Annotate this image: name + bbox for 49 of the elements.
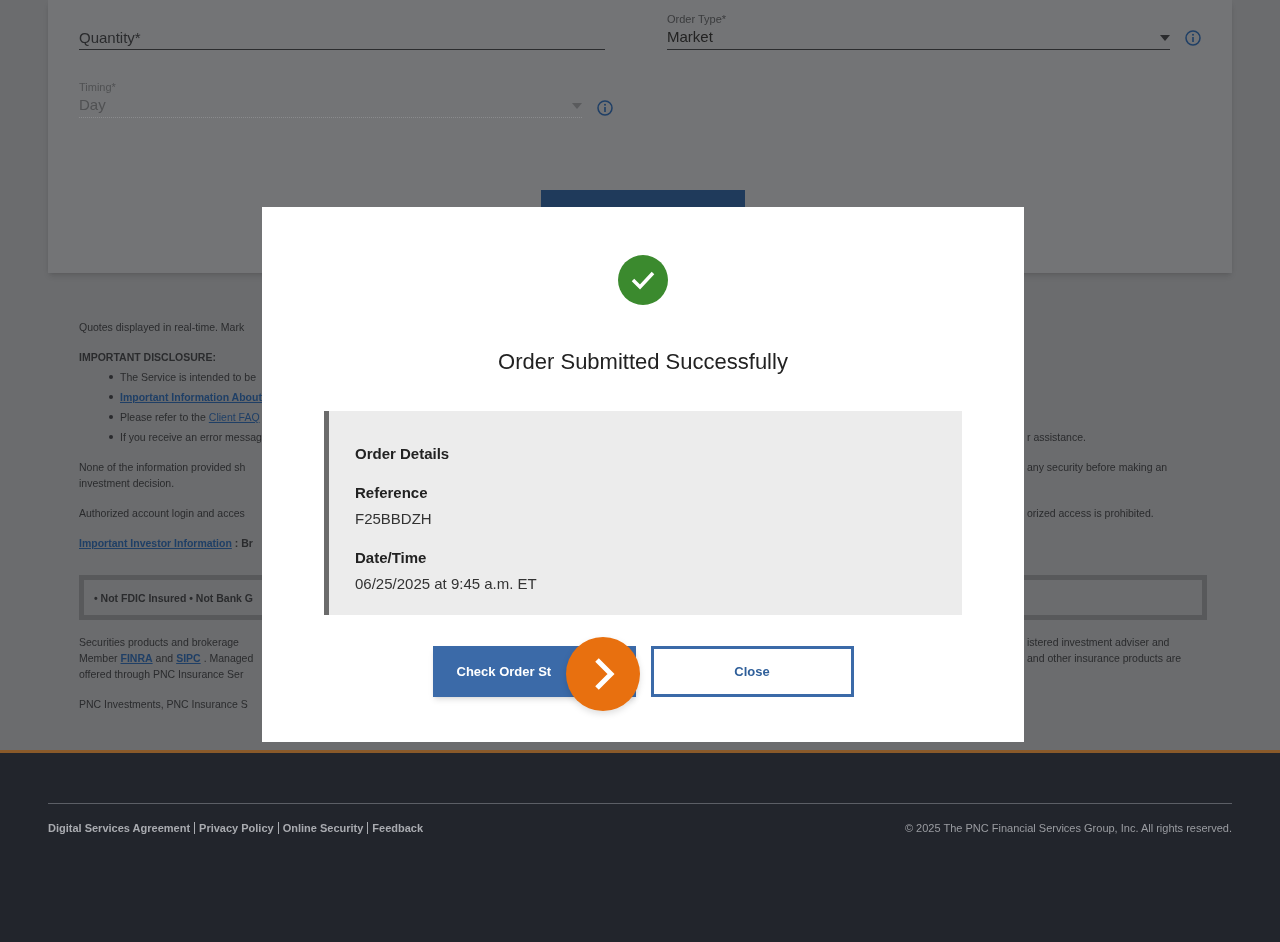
disclosure-text: istered investment adviser and (1027, 635, 1171, 650)
footer-link[interactable]: Digital Services Agreement (48, 820, 191, 837)
disclosure-text: and other insurance products are (1027, 651, 1183, 666)
detail-label: Reference (355, 482, 429, 503)
disclosure-text: investment decision. (79, 476, 175, 491)
disclosure-text: r assistance. (1027, 430, 1087, 445)
detail-value: F25BBDZH (355, 509, 433, 529)
disclosure-text: orized access is prohibited. (1027, 506, 1155, 521)
detail-label: Date/Time (355, 547, 428, 568)
disclosure-text: and (155, 651, 174, 666)
disclosure-text: Authorized account login and acces (79, 506, 245, 521)
copyright-text: © 2025 The PNC Financial Services Group, Inc. All rights reserved. (904, 821, 1232, 836)
disclosure-text: Please refer to the (120, 410, 206, 425)
footer-link[interactable]: Online Security (282, 820, 364, 837)
chevron-hint-tooltip[interactable] (565, 636, 641, 712)
success-check-icon (618, 255, 668, 305)
dialog-title: Order Submitted Successfully (498, 348, 788, 376)
disclosure-text: None of the information provided sh (79, 460, 246, 475)
disclosure-text: Member (79, 651, 118, 666)
order-type-select[interactable]: Order Type* Market (667, 12, 1170, 50)
disclosure-text: : Br (234, 536, 253, 551)
footer-link[interactable]: Privacy Policy (199, 820, 274, 837)
disclosure-text: If you receive an error messag (120, 430, 262, 445)
disclosure-link[interactable]: Important Information About (120, 389, 262, 405)
footer-link[interactable]: Feedback (372, 820, 424, 837)
quantity-field[interactable]: Quantity* (79, 26, 605, 50)
caret-icon (572, 102, 582, 109)
disclosure-link[interactable]: Client FAQ (208, 409, 260, 425)
disclosure-link[interactable]: SIPC (176, 650, 201, 666)
bullet-icon (109, 395, 113, 399)
disclosure-text: offered through PNC Insurance Ser (79, 667, 244, 682)
bullet-icon (109, 415, 113, 419)
info-icon[interactable] (1185, 30, 1201, 46)
bullet-icon (109, 375, 113, 379)
bullet-icon (109, 435, 113, 439)
disclosure-text: • Not FDIC Insured • Not Bank G (94, 590, 254, 606)
caret-icon (1160, 34, 1170, 41)
detail-value: 06/25/2025 at 9:45 a.m. ET (355, 574, 538, 594)
close-button[interactable]: Close (650, 646, 854, 697)
disclosure-text: The Service is intended to be (120, 370, 256, 385)
disclosure-link[interactable]: Important Investor Information (79, 535, 232, 551)
disclosure-text: IMPORTANT DISCLOSURE: (79, 350, 216, 365)
details-heading: Order Details (355, 444, 451, 464)
disclosure-text: . Managed (203, 651, 254, 666)
disclosure-text: PNC Investments, PNC Insurance S (79, 697, 248, 712)
disclosure-text: any security before making an (1027, 460, 1169, 475)
info-icon[interactable] (597, 100, 613, 116)
disclosure-link[interactable]: FINRA (120, 650, 153, 666)
disclosure-text: Securities products and brokerage (79, 635, 239, 650)
